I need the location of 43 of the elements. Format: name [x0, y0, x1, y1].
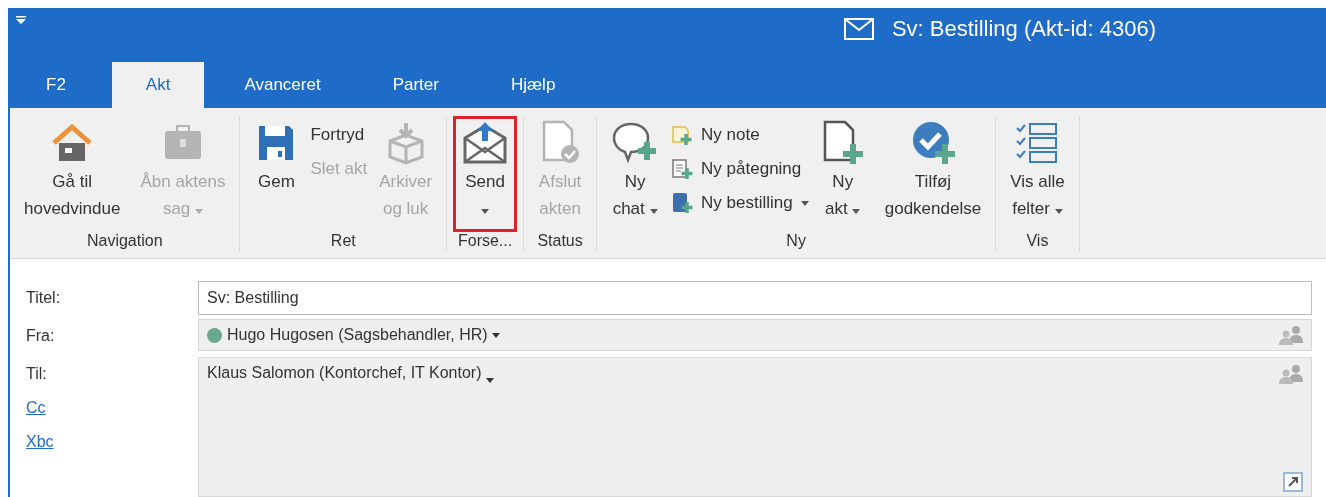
ribbon-button[interactable]: Send — [453, 116, 518, 232]
ribbon-tab[interactable]: F2 — [20, 62, 92, 108]
ribbon-button[interactable]: Ny akt — [812, 116, 873, 232]
ribbon-small-button[interactable]: Fortryd — [310, 120, 368, 150]
group-label: Vis — [1026, 232, 1049, 251]
ribbon-button[interactable]: Ny chat — [603, 116, 668, 232]
group-label: Forse... — [457, 232, 513, 251]
group-label: Status — [537, 232, 583, 251]
sender-field[interactable]: Hugo Hugosen (Sagsbehandler, HR) — [198, 319, 1312, 351]
ribbon-small-button[interactable]: Ny note — [671, 120, 809, 150]
recipient-link[interactable]: Cc — [26, 391, 176, 425]
recipient-field[interactable]: Klaus Salomon (Kontorchef, IT Kontor) — [198, 357, 1312, 497]
group-label: Ny — [786, 232, 806, 251]
quick-access-menu-icon[interactable] — [16, 16, 26, 24]
ribbon-tab[interactable]: Hjælp — [484, 62, 582, 108]
note-add-icon — [671, 124, 694, 146]
ribbon-button[interactable]: Gå til hovedvindue — [16, 116, 129, 232]
ribbon-small-button[interactable]: Ny påtegning — [671, 154, 809, 184]
notepad-add-icon — [671, 158, 694, 180]
ribbon-button[interactable]: Vis alle felter — [1002, 116, 1073, 232]
window-title: Sv: Bestilling (Akt-id: 4306) — [891, 16, 1156, 42]
group-label: Ret — [330, 232, 356, 251]
title-field[interactable]: Sv: Bestilling — [198, 281, 1312, 315]
ribbon-tab[interactable]: Parter — [366, 62, 465, 108]
ribbon-button[interactable]: Tilføj godkendelse — [876, 116, 990, 232]
recipient-name: Klaus Salomon (Kontorchef, IT Kontor) — [207, 364, 482, 382]
checklist-icon — [1015, 122, 1060, 164]
recipient-link[interactable]: Xbc — [26, 425, 176, 459]
envelope-icon — [843, 18, 874, 40]
ribbon-tab[interactable]: Avanceret — [218, 62, 347, 108]
caret-icon — [492, 332, 501, 338]
caret-icon — [485, 378, 494, 383]
sender-name: Hugo Hugosen (Sagsbehandler, HR) — [227, 326, 488, 344]
book-add-icon — [671, 192, 694, 214]
ribbon-tab[interactable]: Akt — [111, 62, 205, 108]
field-label: Fra: — [26, 326, 56, 346]
envelope-upload-icon — [461, 120, 510, 166]
field-label: Titel: — [26, 288, 62, 308]
field-label: Til: — [26, 364, 48, 384]
expand-icon[interactable] — [1283, 472, 1303, 492]
group-label: Navigation — [86, 232, 163, 251]
ribbon-small-button[interactable]: Ny bestilling — [671, 188, 809, 218]
ribbon-button[interactable]: Gem — [246, 116, 307, 232]
